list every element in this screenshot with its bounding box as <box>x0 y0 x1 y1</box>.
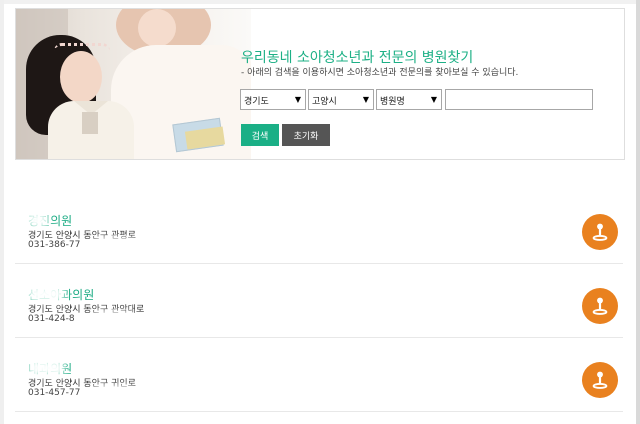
location-pin-icon <box>592 371 608 389</box>
chevron-down-icon: ▼ <box>294 95 301 104</box>
hero-image-mother-and-child <box>16 9 251 159</box>
city-select-value: 고양시 <box>312 97 337 107</box>
reset-button[interactable]: 초기화 <box>282 124 330 146</box>
search-title: 우리동네 소아청소년과 전문의 병원찾기 <box>241 50 474 66</box>
search-subtitle: - 아래의 검색을 이용하시면 소아청소년과 전문의를 찾아보실 수 있습니다. <box>241 68 519 78</box>
redaction-blur <box>175 300 225 314</box>
location-button[interactable] <box>582 362 618 398</box>
province-select[interactable]: 경기도 ▼ <box>240 89 306 110</box>
hospital-result-item[interactable]: 경진의원 경기도 안양시 동안구 관평로 031-386-77 <box>15 190 623 264</box>
hospital-result-item[interactable]: 내과의원 경기도 안양시 동안구 귀인로 031-457-77 <box>15 338 623 412</box>
hospital-phone: 031-386-77 <box>28 240 81 250</box>
redaction-blur <box>28 212 48 228</box>
location-button[interactable] <box>582 214 618 250</box>
window-left-edge <box>0 0 4 424</box>
redaction-blur <box>183 225 238 239</box>
hospital-phone: 031-424-8 <box>28 314 75 324</box>
window-top-edge <box>0 0 640 4</box>
search-button[interactable]: 검색 <box>241 124 279 146</box>
search-type-select-value: 병원명 <box>380 97 405 107</box>
redaction-blur <box>147 374 192 388</box>
hospital-result-item[interactable]: 선소아과의원 경기도 안양시 동안구 관악대로 031-424-8 <box>15 264 623 338</box>
redaction-blur <box>93 312 133 326</box>
redaction-blur <box>28 360 64 376</box>
province-select-value: 경기도 <box>244 97 269 107</box>
chevron-down-icon: ▼ <box>362 95 369 104</box>
location-pin-icon <box>592 297 608 315</box>
hospital-phone: 031-457-77 <box>28 388 81 398</box>
location-pin-icon <box>592 223 608 241</box>
chevron-down-icon: ▼ <box>430 95 437 104</box>
search-type-select[interactable]: 병원명 ▼ <box>376 89 442 110</box>
redaction-blur <box>28 286 64 302</box>
redaction-blur <box>94 238 134 252</box>
hospital-search-panel: 우리동네 소아청소년과 전문의 병원찾기 - 아래의 검색을 이용하시면 소아청… <box>15 8 625 160</box>
hospital-results-list: 경진의원 경기도 안양시 동안구 관평로 031-386-77 선소아과의원 경… <box>15 190 623 424</box>
hospital-search-input[interactable] <box>445 89 593 110</box>
redaction-blur <box>93 386 133 400</box>
city-select[interactable]: 고양시 ▼ <box>308 89 374 110</box>
window-right-edge <box>636 0 640 424</box>
location-button[interactable] <box>582 288 618 324</box>
